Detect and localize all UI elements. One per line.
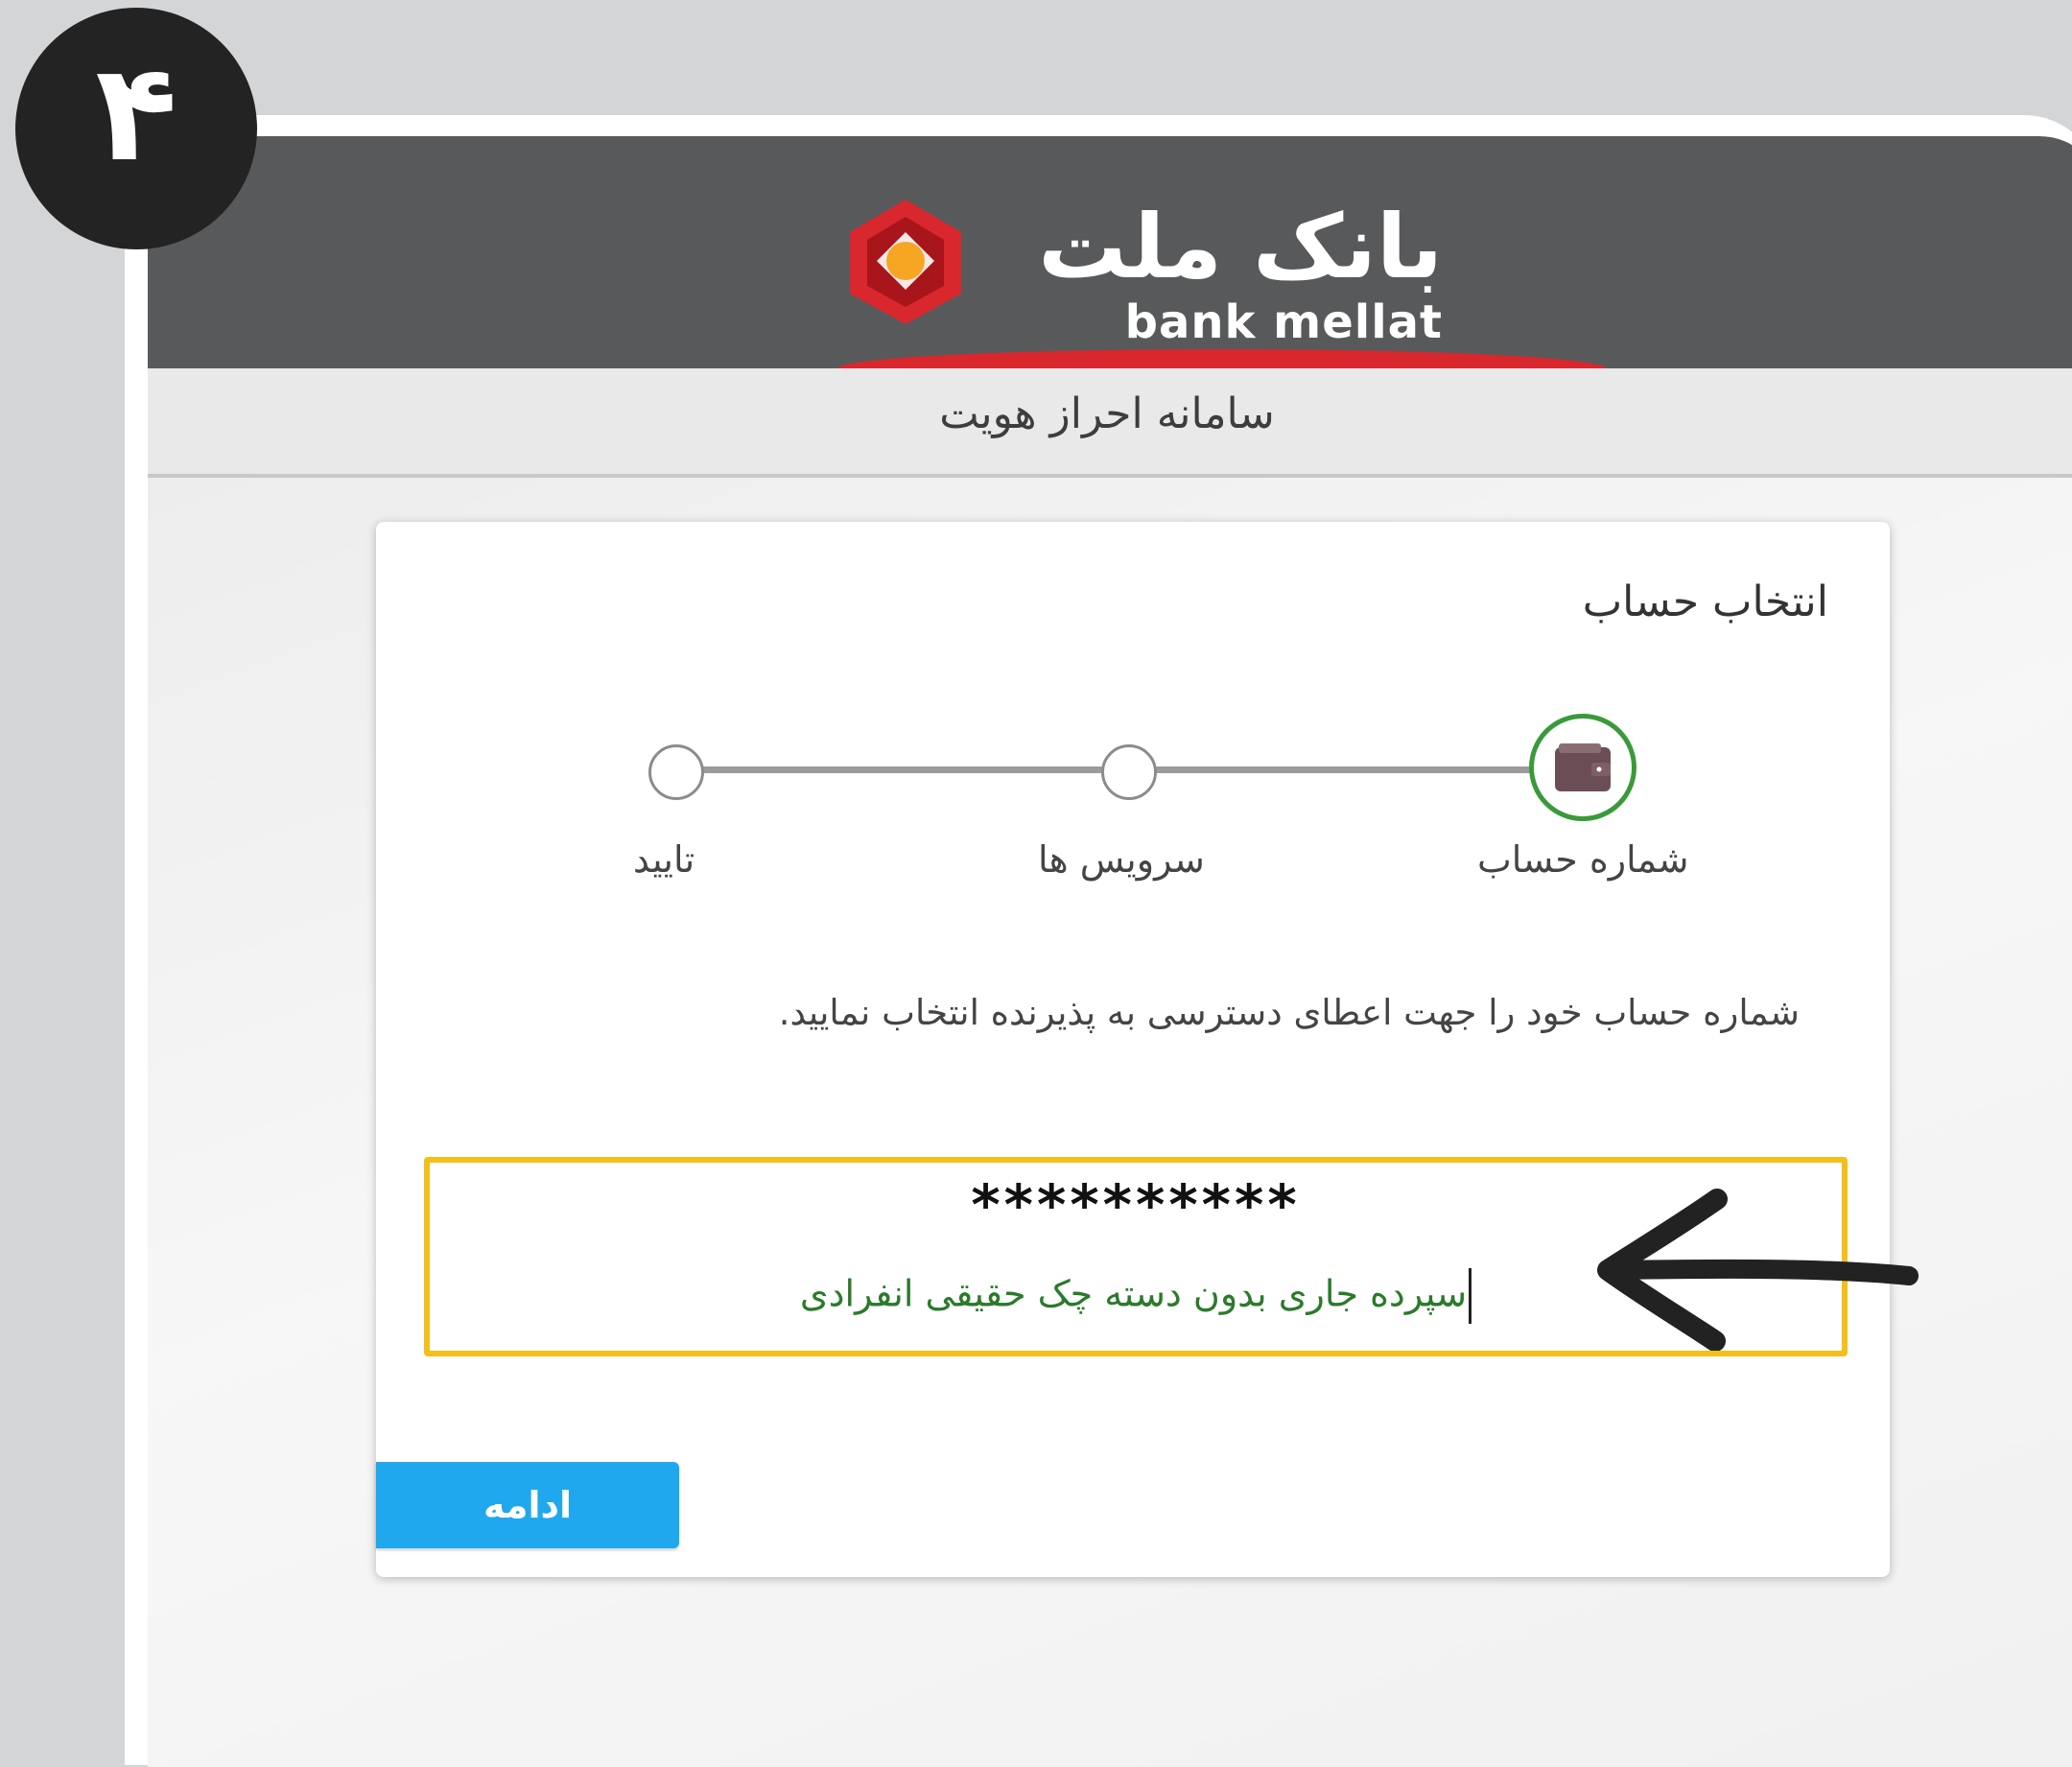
step-dot-services [1101, 744, 1157, 800]
step-label-confirm: تایید [633, 838, 695, 881]
step-number-badge: ۴ [15, 8, 257, 249]
continue-button[interactable]: ادامه [376, 1462, 679, 1548]
logo-text-en: bank mellat [1124, 295, 1443, 349]
progress-stepper: شماره حساب سرویس ها تایید [376, 522, 1890, 925]
bank-mellat-emblem-icon [850, 200, 961, 324]
bank-logo: بانک ملت bank mellat [838, 194, 1452, 357]
step-dot-account [1529, 714, 1636, 821]
account-selection-card: انتخاب حساب شماره حساب سرویس ها تایید شم… [376, 522, 1890, 1577]
account-type: سپرده جاری بدون دسته چک حقیقی انفرادی [799, 1272, 1468, 1315]
system-title-bar: سامانه احراز هویت [148, 368, 2072, 478]
system-title: سامانه احراز هویت [939, 389, 1275, 438]
logo-text-fa: بانک ملت [1038, 196, 1443, 298]
step-label-services: سرویس ها [1038, 838, 1205, 881]
step-number: ۴ [95, 35, 177, 192]
stepper-line-left [664, 766, 1124, 773]
wallet-icon [1555, 743, 1611, 791]
instruction-text: شماره حساب خود را جهت اعطای دسترسی به پذ… [778, 992, 1800, 1033]
annotation-arrow-icon [1597, 1189, 1919, 1351]
text-caret [1469, 1268, 1472, 1324]
bank-header: بانک ملت bank mellat [148, 136, 2072, 388]
step-label-account: شماره حساب [1477, 838, 1689, 881]
stepper-line-right [1143, 766, 1531, 773]
step-dot-confirm [648, 744, 704, 800]
